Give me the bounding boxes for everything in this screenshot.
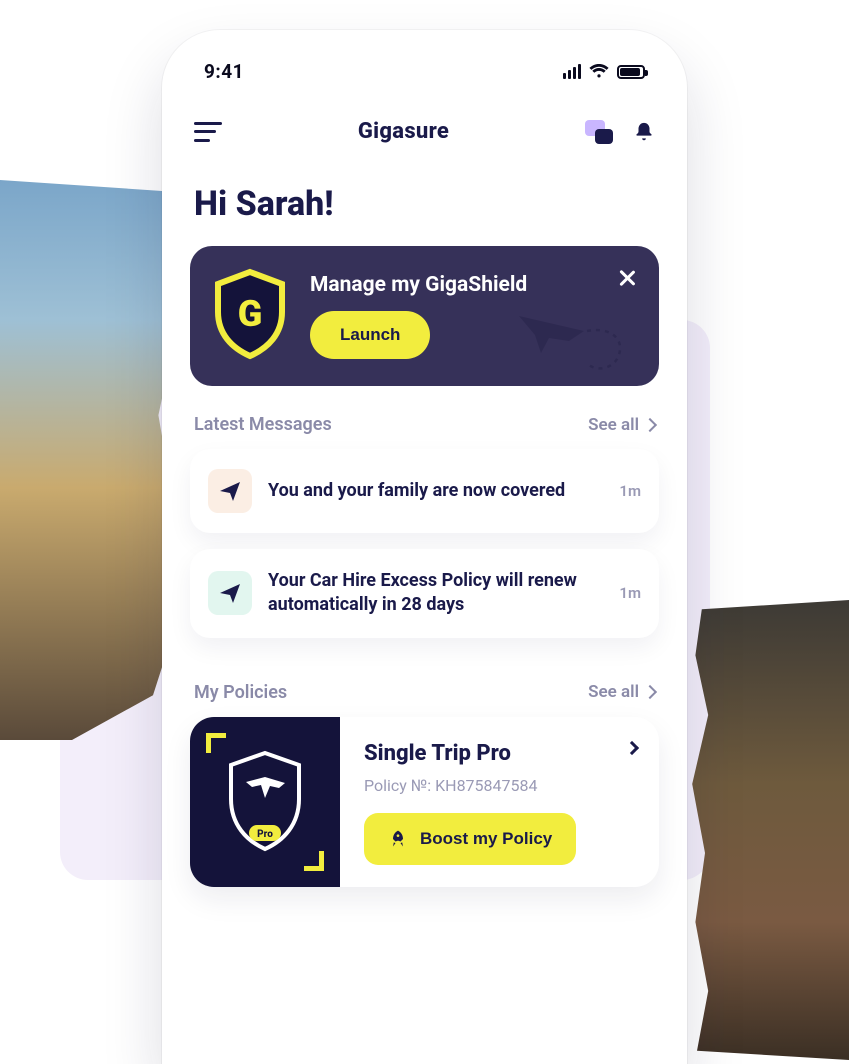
signal-icon: [563, 64, 581, 79]
launch-button[interactable]: Launch: [310, 311, 430, 359]
message-time: 1m: [619, 584, 641, 602]
gigashield-banner: G Manage my GigaShield Launch: [190, 246, 659, 386]
messages-heading: Latest Messages: [194, 414, 332, 435]
boost-policy-button[interactable]: Boost my Policy: [364, 813, 576, 865]
shield-logo-icon: G: [210, 268, 290, 364]
notifications-icon[interactable]: [633, 120, 655, 144]
status-time: 9:41: [204, 60, 244, 83]
rocket-icon: [388, 829, 408, 849]
banner-title: Manage my GigaShield: [310, 273, 637, 297]
status-bar: 9:41: [190, 30, 659, 93]
paper-plane-icon: [208, 571, 252, 615]
battery-icon: [617, 65, 645, 79]
see-all-label: See all: [588, 682, 639, 702]
phone-frame: 9:41 Gigasure Hi Sarah!: [162, 30, 687, 1064]
brand-logo: Gigasure: [358, 119, 449, 144]
message-item[interactable]: Your Car Hire Excess Policy will renew a…: [190, 549, 659, 638]
policies-section-header: My Policies See all: [190, 654, 659, 717]
messages-see-all-link[interactable]: See all: [588, 415, 655, 435]
messages-icon[interactable]: [585, 120, 613, 144]
policy-number: Policy №: KH875847584: [364, 776, 637, 795]
svg-text:G: G: [238, 293, 263, 335]
message-text: You and your family are now covered: [268, 479, 603, 503]
policy-shield-icon: Pro: [221, 747, 309, 857]
app-header: Gigasure: [190, 93, 659, 154]
message-item[interactable]: You and your family are now covered 1m: [190, 449, 659, 533]
policy-card[interactable]: Pro Single Trip Pro Policy №: KH87584758…: [190, 717, 659, 887]
chevron-right-icon: [643, 417, 657, 431]
svg-text:Pro: Pro: [257, 829, 273, 840]
decorative-photo-right: [689, 600, 849, 1060]
see-all-label: See all: [588, 415, 639, 435]
close-icon[interactable]: [615, 266, 639, 290]
messages-section-header: Latest Messages See all: [190, 386, 659, 449]
menu-button[interactable]: [194, 122, 222, 142]
wifi-icon: [589, 64, 609, 79]
status-icons: [563, 64, 645, 79]
chevron-right-icon: [643, 685, 657, 699]
greeting-text: Hi Sarah!: [190, 154, 659, 246]
message-text: Your Car Hire Excess Policy will renew a…: [268, 569, 603, 618]
paper-plane-icon: [208, 469, 252, 513]
policy-thumbnail: Pro: [190, 717, 340, 887]
policy-name: Single Trip Pro: [364, 741, 637, 766]
policies-heading: My Policies: [194, 682, 287, 703]
message-time: 1m: [619, 482, 641, 500]
boost-button-label: Boost my Policy: [420, 829, 552, 849]
policies-see-all-link[interactable]: See all: [588, 682, 655, 702]
decorative-photo-left: [0, 180, 180, 740]
